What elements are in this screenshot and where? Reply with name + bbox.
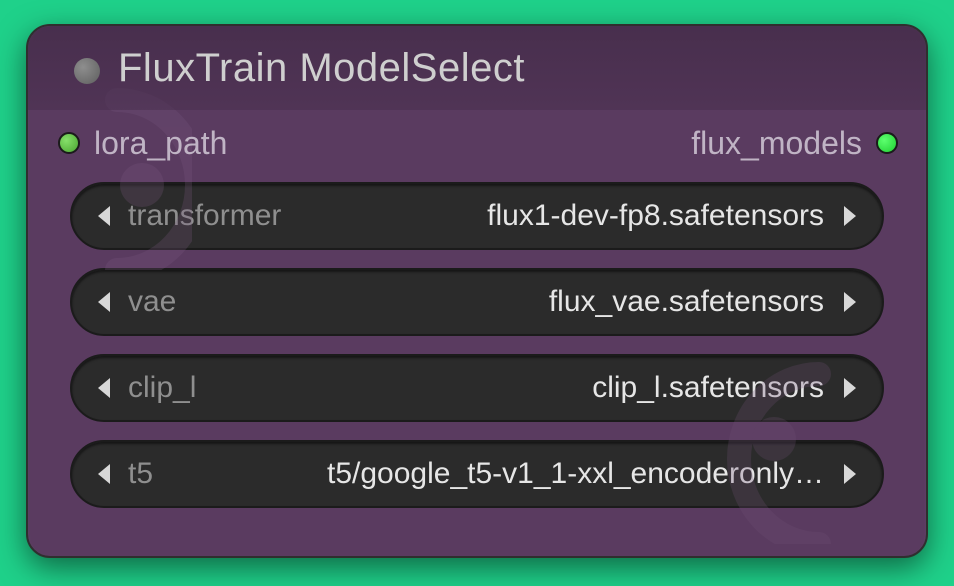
arrow-right-icon[interactable] [832,270,868,334]
arrow-right-icon[interactable] [832,442,868,506]
widget-vae[interactable]: vae flux_vae.safetensors [70,268,884,336]
widget-value: flux_vae.safetensors [190,285,832,319]
arrow-left-icon[interactable] [86,184,122,248]
node-title: FluxTrain ModelSelect [118,46,525,91]
output-port-flux-models[interactable]: flux_models [691,125,898,162]
widget-label: transformer [122,199,295,233]
arrow-left-icon[interactable] [86,356,122,420]
output-port-label: flux_models [691,125,862,162]
node-header[interactable]: FluxTrain ModelSelect [28,26,926,110]
widget-label: vae [122,285,190,319]
canvas[interactable]: FluxTrain ModelSelect lora_path flux_mod… [0,0,954,586]
arrow-left-icon[interactable] [86,442,122,506]
collapse-dot-icon[interactable] [74,58,100,84]
arrow-right-icon[interactable] [832,356,868,420]
node-fluxtrain-modelselect[interactable]: FluxTrain ModelSelect lora_path flux_mod… [26,24,928,558]
widget-value: flux1-dev-fp8.safetensors [295,199,832,233]
widget-clip-l[interactable]: clip_l clip_l.safetensors [70,354,884,422]
widget-transformer[interactable]: transformer flux1-dev-fp8.safetensors [70,182,884,250]
input-port-lora-path[interactable]: lora_path [58,125,227,162]
arrow-right-icon[interactable] [832,184,868,248]
widget-value: t5/google_t5-v1_1-xxl_encoderonly… [167,457,832,491]
io-row: lora_path flux_models [28,110,926,176]
port-dot-icon[interactable] [876,132,898,154]
widget-label: clip_l [122,371,210,405]
widget-t5[interactable]: t5 t5/google_t5-v1_1-xxl_encoderonly… [70,440,884,508]
port-dot-icon[interactable] [58,132,80,154]
arrow-left-icon[interactable] [86,270,122,334]
widgets-container: transformer flux1-dev-fp8.safetensors va… [28,176,926,528]
widget-label: t5 [122,457,167,491]
input-port-label: lora_path [94,125,227,162]
widget-value: clip_l.safetensors [210,371,832,405]
